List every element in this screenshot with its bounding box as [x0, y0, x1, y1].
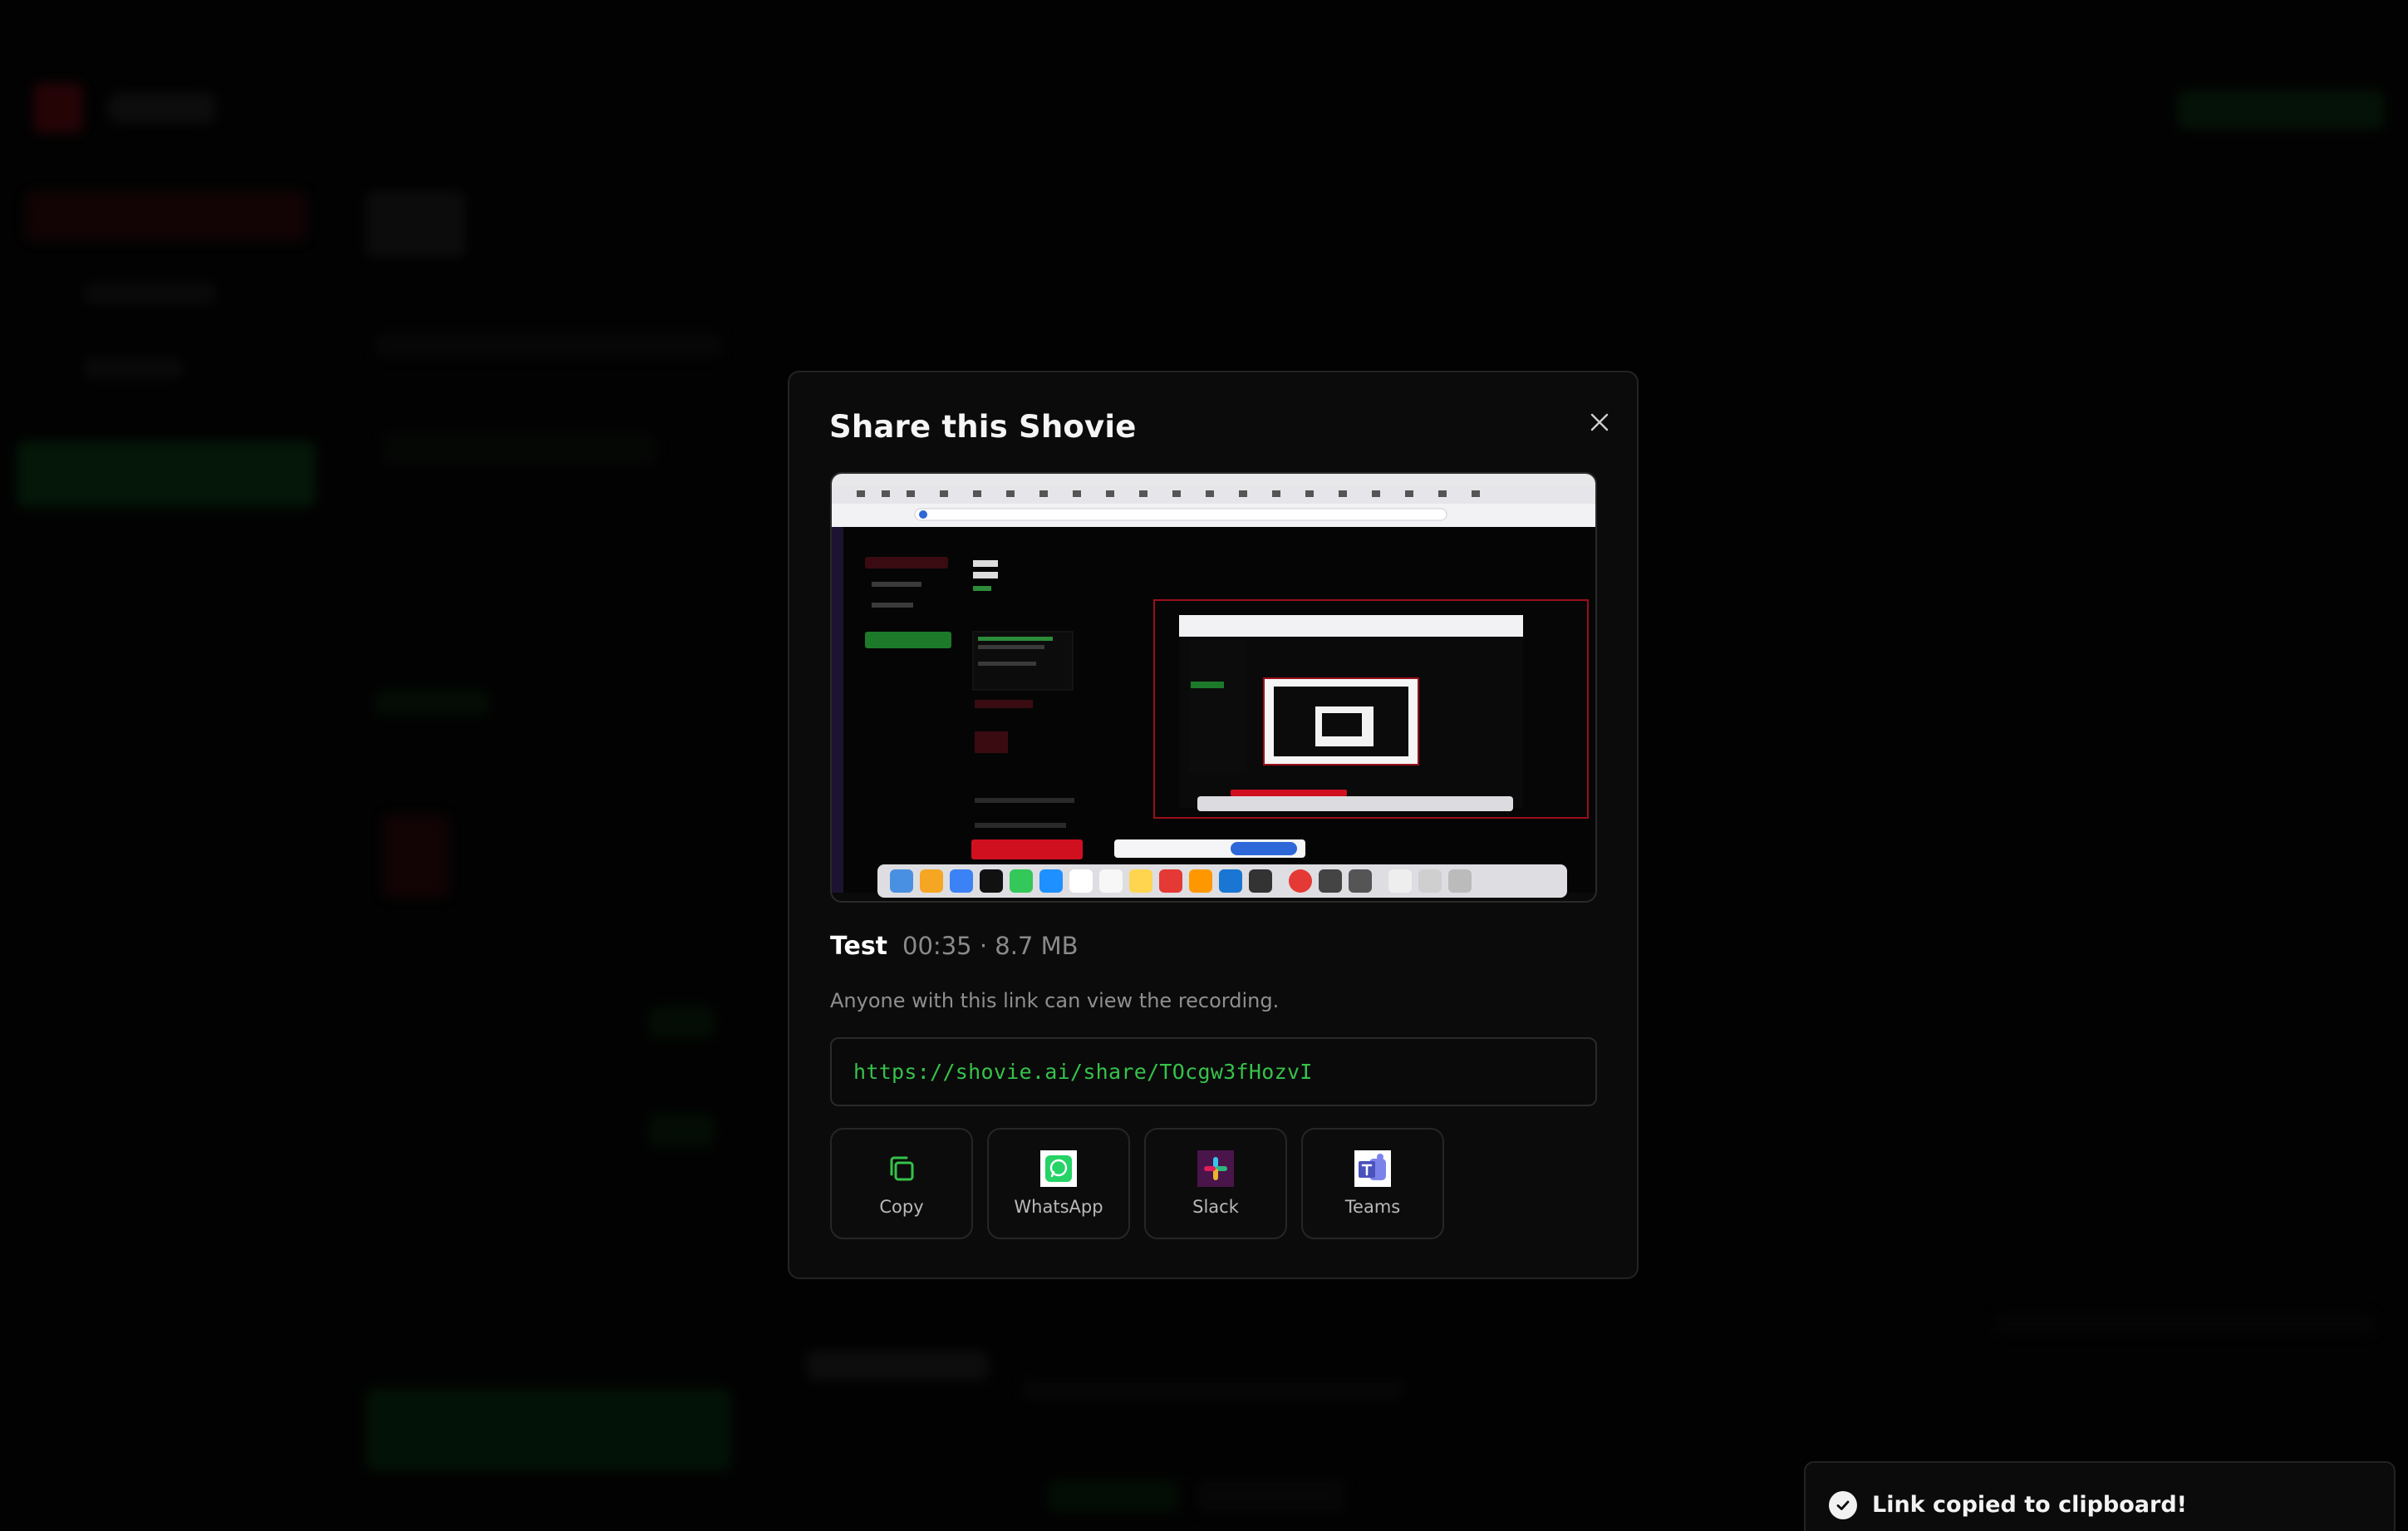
toast-notification: Link copied to clipboard!: [1804, 1461, 2396, 1531]
teams-label: Teams: [1344, 1197, 1401, 1217]
slack-label: Slack: [1192, 1197, 1239, 1217]
teams-icon: [1354, 1150, 1391, 1187]
teams-button[interactable]: Teams: [1301, 1128, 1444, 1239]
share-modal: Share this Shovie Test 00:35 · 8.7 MB An…: [788, 371, 1639, 1279]
slack-icon: [1197, 1150, 1234, 1187]
share-link-field[interactable]: https://shovie.ai/share/TOcgw3fHozvI: [830, 1037, 1597, 1106]
whatsapp-icon: [1040, 1150, 1077, 1187]
close-icon: [1590, 413, 1609, 431]
share-description: Anyone with this link can view the recor…: [830, 989, 1280, 1012]
preview-thumbnail: [832, 474, 1595, 898]
whatsapp-button[interactable]: WhatsApp: [987, 1128, 1130, 1239]
recording-preview[interactable]: [830, 472, 1597, 903]
copy-button[interactable]: Copy: [830, 1128, 973, 1239]
toast-message: Link copied to clipboard!: [1872, 1492, 2187, 1518]
check-circle-icon: [1829, 1491, 1857, 1519]
copy-label: Copy: [879, 1197, 924, 1217]
recording-name: Test: [830, 932, 888, 961]
copy-icon: [883, 1150, 920, 1187]
slack-button[interactable]: Slack: [1144, 1128, 1287, 1239]
modal-title: Share this Shovie: [829, 409, 1137, 445]
share-link-url[interactable]: https://shovie.ai/share/TOcgw3fHozvI: [853, 1060, 1313, 1084]
recording-info: 00:35 · 8.7 MB: [902, 932, 1079, 960]
close-button[interactable]: [1583, 406, 1616, 439]
share-actions: Copy WhatsApp Slack Teams: [830, 1128, 1444, 1239]
whatsapp-label: WhatsApp: [1014, 1197, 1103, 1217]
recording-meta: Test 00:35 · 8.7 MB: [830, 932, 1079, 961]
app-root: Share this Shovie Test 00:35 · 8.7 MB An…: [0, 0, 2408, 1531]
